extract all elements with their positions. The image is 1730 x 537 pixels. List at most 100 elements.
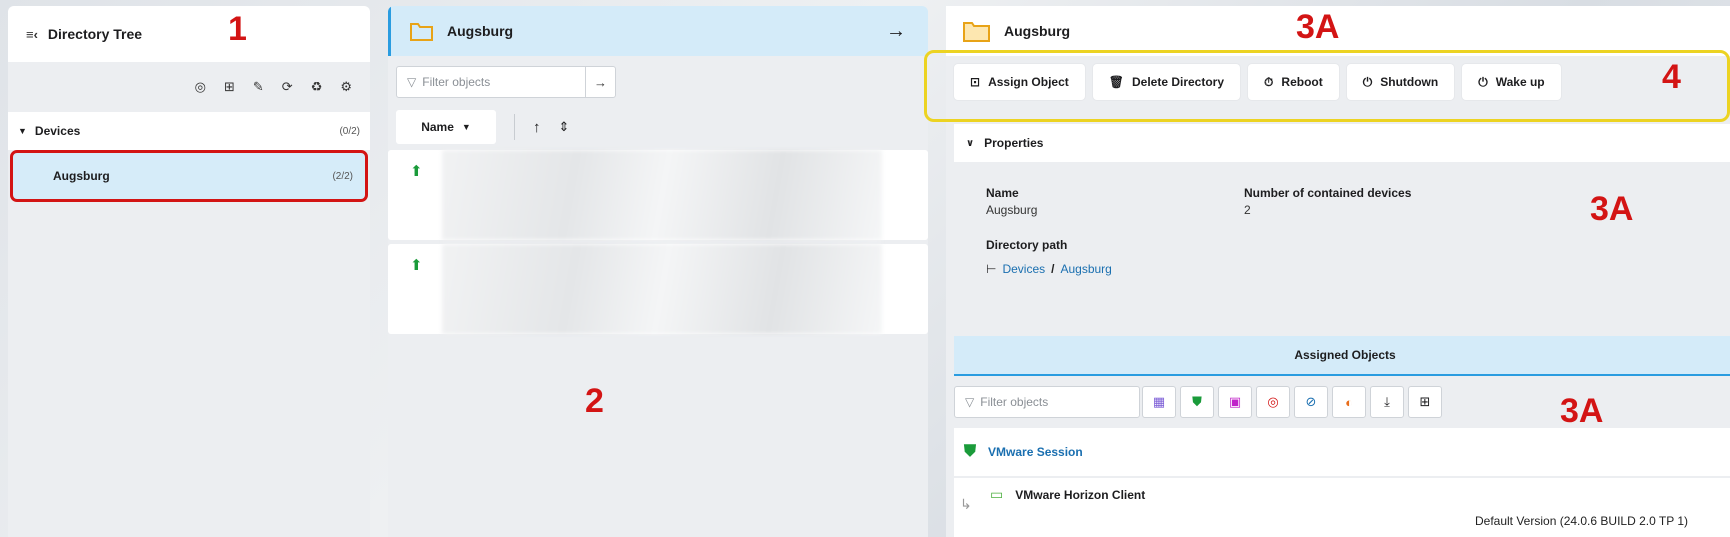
wake-up-button[interactable]: ⏻ Wake up xyxy=(1462,64,1561,100)
download-filter-icon[interactable]: ⤓ xyxy=(1370,386,1404,418)
annotation-marker-4: 4 xyxy=(1662,58,1681,96)
contained-devices-label: Number of contained devices xyxy=(1244,186,1412,200)
tab-assigned-objects[interactable]: Assigned Objects xyxy=(954,336,1730,376)
filter-icon: ▽ xyxy=(407,75,417,89)
assign-object-button[interactable]: ⊡ Assign Object xyxy=(954,64,1085,100)
chevron-down-icon[interactable]: ▼ xyxy=(18,126,27,136)
tree-node-augsburg[interactable]: Augsburg (2/2) xyxy=(10,150,368,202)
name-label: Name xyxy=(986,186,1019,200)
folder-icon xyxy=(410,23,433,41)
refresh-icon[interactable]: ⟳ xyxy=(282,79,293,95)
device-filter-icon[interactable]: ⊞ xyxy=(1408,386,1442,418)
collapse-menu-icon[interactable]: ≡‹ xyxy=(26,27,38,42)
device-online-icon: ⬆ xyxy=(410,257,423,274)
directory-path-breadcrumb: ⊢ Devices / Augsburg xyxy=(986,262,1112,276)
settings-icon[interactable]: ⚙ xyxy=(340,79,352,95)
object-name: VMware Horizon Client xyxy=(1015,487,1146,502)
redacted-content xyxy=(442,150,882,240)
button-label: Delete Directory xyxy=(1131,75,1225,89)
shutdown-button[interactable]: ⏻ Shutdown xyxy=(1346,64,1455,100)
collapse-all-icon[interactable]: ⇕ xyxy=(559,119,570,135)
cert-filter-icon[interactable]: ◎ xyxy=(1256,386,1290,418)
sort-label: Name xyxy=(421,120,454,134)
button-label: Shutdown xyxy=(1380,75,1439,89)
breadcrumb-separator: / xyxy=(1051,262,1055,276)
monitor-icon: ▭ xyxy=(990,486,1004,502)
properties-section-header[interactable]: ∨ Properties xyxy=(954,124,1730,162)
breadcrumb-link-augsburg[interactable]: Augsburg xyxy=(1060,262,1111,276)
recycle-icon[interactable]: ♻ xyxy=(311,79,323,95)
annotation-marker-2: 2 xyxy=(585,382,604,420)
device-online-icon: ⬆ xyxy=(410,163,423,180)
app-filter-icon[interactable]: ▣ xyxy=(1218,386,1252,418)
power-icon: ⏻ xyxy=(1362,74,1373,89)
arrow-right-icon[interactable]: → xyxy=(886,20,906,43)
sort-field-dropdown[interactable]: Name ▼ xyxy=(396,110,496,144)
target-icon[interactable]: ◎ xyxy=(195,79,206,95)
tree-node-count: (0/2) xyxy=(339,125,360,137)
object-type-filters: ▦ ⛊ ▣ ◎ ⊘ ◐ ⤓ ⊞ xyxy=(1142,386,1442,418)
assigned-object-child-row[interactable]: ↳ ▭ VMware Horizon Client Default Versio… xyxy=(954,478,1730,537)
tree-structure-icon: ⊢ xyxy=(986,262,997,276)
object-version: Default Version (24.0.6 BUILD 2.0 TP 1) xyxy=(1474,514,1688,528)
filter-icon: ▽ xyxy=(965,395,975,409)
divider xyxy=(514,114,515,140)
filter-input[interactable]: ▽ Filter objects → xyxy=(396,66,616,98)
button-label: Reboot xyxy=(1281,75,1323,89)
filter-placeholder: Filter objects xyxy=(980,395,1049,409)
color-filter-icon[interactable]: ◐ xyxy=(1332,386,1366,418)
action-toolbar: ⊡ Assign Object 🗑 Delete Directory ⏱ Reb… xyxy=(954,64,1561,100)
section-title: Properties xyxy=(984,136,1044,150)
child-arrow-icon: ↳ xyxy=(960,496,972,512)
tree-node-label: Augsburg xyxy=(53,169,110,183)
directory-path-label: Directory path xyxy=(986,238,1068,252)
annotation-marker-3a-bottom: 3A xyxy=(1560,392,1604,430)
chevron-down-icon: ∨ xyxy=(966,137,975,149)
breadcrumb-link-devices[interactable]: Devices xyxy=(1002,262,1045,276)
directory-tree-panel: ≡‹ Directory Tree ◎ ⊞ ✎ ⟳ ♻ ⚙ ▼ Devices … xyxy=(8,6,370,537)
assigned-object-row[interactable]: ⛊ VMware Session xyxy=(954,428,1730,476)
object-name[interactable]: VMware Session xyxy=(988,445,1083,459)
redacted-content xyxy=(442,244,882,334)
session-filter-icon[interactable]: ⛊ xyxy=(1180,386,1214,418)
panel-header: ≡‹ Directory Tree xyxy=(8,6,370,62)
list-item[interactable]: ⬆ xyxy=(388,150,928,240)
new-folder-icon[interactable]: ⊞ xyxy=(224,79,235,95)
panel-title: Augsburg xyxy=(1004,23,1071,39)
detail-panel: Augsburg ⊡ Assign Object 🗑 Delete Direct… xyxy=(924,6,1730,537)
annotation-marker-1: 1 xyxy=(228,10,247,48)
reboot-button[interactable]: ⏱ Reboot xyxy=(1248,64,1339,100)
button-label: Assign Object xyxy=(988,75,1069,89)
contained-devices-value: 2 xyxy=(1244,203,1251,217)
object-list-panel: Augsburg → ▽ Filter objects → Name ▼ ↑ ⇕… xyxy=(388,6,928,537)
list-item[interactable]: ⬆ xyxy=(388,244,928,334)
sort-ascending-icon[interactable]: ↑ xyxy=(533,119,541,136)
assigned-filter-input[interactable]: ▽ Filter objects xyxy=(954,386,1140,418)
folder-icon xyxy=(963,22,990,42)
reboot-icon: ⏱ xyxy=(1264,74,1274,89)
edit-icon[interactable]: ✎ xyxy=(253,79,264,95)
tree-node-count: (2/2) xyxy=(332,170,353,182)
assign-icon: ⊡ xyxy=(970,75,981,89)
trash-icon: 🗑 xyxy=(1108,75,1124,89)
shield-icon: ⛊ xyxy=(964,443,977,460)
sort-bar: Name ▼ ↑ ⇕ xyxy=(396,110,569,144)
panel-title: Augsburg xyxy=(447,23,514,39)
annotation-marker-3a-top: 3A xyxy=(1296,8,1340,46)
all-types-filter-icon[interactable]: ▦ xyxy=(1142,386,1176,418)
filter-placeholder: Filter objects xyxy=(422,75,491,89)
delete-directory-button[interactable]: 🗑 Delete Directory xyxy=(1092,64,1241,100)
caret-down-icon: ▼ xyxy=(461,122,471,132)
tab-label: Assigned Objects xyxy=(1294,348,1396,362)
name-value: Augsburg xyxy=(986,203,1038,217)
annotation-marker-3a-mid: 3A xyxy=(1590,190,1634,228)
panel-header: Augsburg → xyxy=(388,6,928,56)
arrow-right-icon[interactable]: → xyxy=(585,67,615,97)
tree-node-label: Devices xyxy=(34,124,81,138)
power-icon: ⏻ xyxy=(1478,74,1488,89)
panel-title: Directory Tree xyxy=(47,26,143,42)
button-label: Wake up xyxy=(1495,75,1545,89)
browser-filter-icon[interactable]: ⊘ xyxy=(1294,386,1328,418)
tree-node-devices[interactable]: ▼ Devices (0/2) xyxy=(8,112,370,150)
tree-toolbar: ◎ ⊞ ✎ ⟳ ♻ ⚙ xyxy=(8,62,370,112)
